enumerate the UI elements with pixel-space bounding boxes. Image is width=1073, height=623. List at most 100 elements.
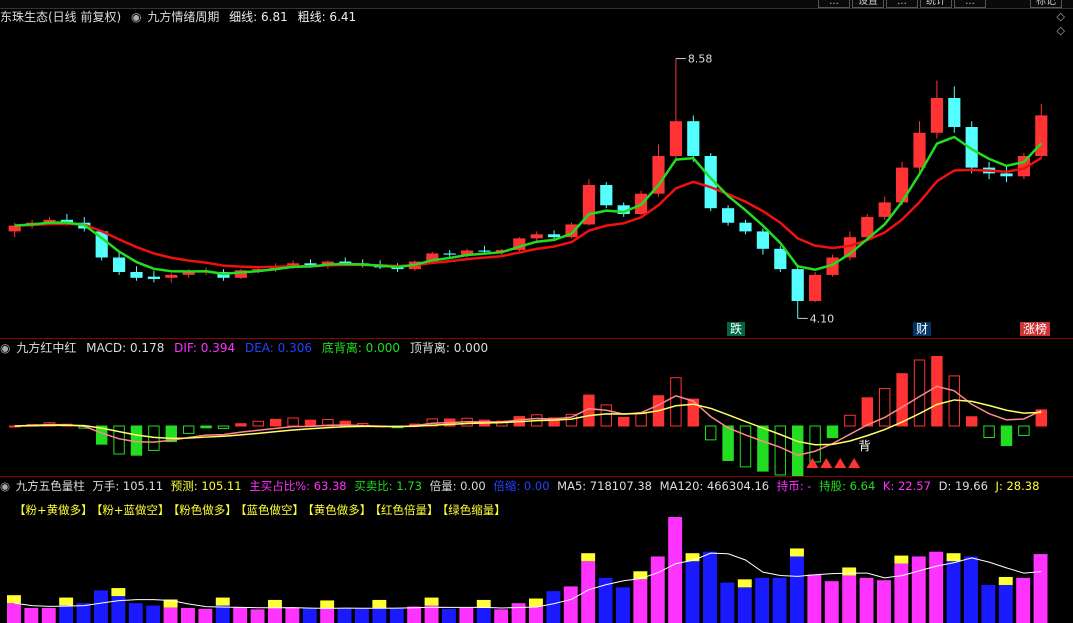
candle-body xyxy=(948,98,961,127)
candle-body xyxy=(809,274,822,301)
toolbar-button-3[interactable]: ... xyxy=(886,0,918,8)
volume-bar xyxy=(372,607,387,623)
macd-bar xyxy=(269,418,282,427)
toolbar-button-stats[interactable]: 统计 xyxy=(920,0,952,8)
toolbar-button-1[interactable]: ... xyxy=(818,0,850,8)
volume-bar-cap xyxy=(737,579,752,588)
dea-value: DEA: 0.306 xyxy=(244,341,312,355)
candle-body xyxy=(1000,173,1013,177)
volume-bar-cap xyxy=(842,567,857,576)
volume-bar xyxy=(1016,577,1031,623)
volume-bar xyxy=(268,607,282,623)
volume-bar-cap xyxy=(215,597,230,606)
candle-body xyxy=(113,257,126,272)
volume-bar-cap xyxy=(946,553,961,562)
volume-bar xyxy=(998,584,1013,623)
candle-body xyxy=(791,269,804,301)
volume-bar xyxy=(128,603,143,623)
candle-body xyxy=(756,231,769,249)
macd-bar xyxy=(600,404,613,427)
macd-bar xyxy=(878,388,891,427)
hold-stock-value: 持股: 6.64 xyxy=(819,479,876,493)
volume-bar xyxy=(685,561,700,623)
macd-bar xyxy=(217,425,230,429)
main-buy-value: 主买占比%: 63.38 xyxy=(249,479,347,493)
volume-bar xyxy=(94,590,108,623)
volume-bar xyxy=(320,608,335,623)
settings-diamond-icon[interactable]: ◇ xyxy=(1057,10,1065,23)
dea-line xyxy=(14,399,1042,446)
macd-bar xyxy=(1018,425,1030,436)
candle-body xyxy=(600,185,613,206)
macd-bar xyxy=(791,425,804,476)
volume-bar xyxy=(929,551,944,623)
macd-bar xyxy=(757,425,769,472)
volume-bar-cap xyxy=(320,600,335,609)
volume-bar xyxy=(650,556,665,623)
collapse-icon[interactable]: ◉ xyxy=(0,341,10,355)
wanshou-value: 万手: 105.11 xyxy=(92,479,164,493)
macd-bar xyxy=(861,397,874,427)
candle-body xyxy=(878,202,891,217)
macd-bar xyxy=(635,413,647,427)
macd-bar xyxy=(200,425,212,429)
macd-bar xyxy=(896,373,908,427)
signal-triangle xyxy=(848,458,861,468)
volume-bar xyxy=(946,561,961,623)
stock-title[interactable]: 东珠生态(日线 前复权) xyxy=(0,10,121,24)
volume-bar xyxy=(703,551,717,623)
volume-bar xyxy=(424,605,439,623)
k-value: K: 22.57 xyxy=(882,479,931,493)
macd-bar xyxy=(704,425,717,441)
volume-bar xyxy=(59,605,74,623)
collapse-icon[interactable]: ◉ xyxy=(0,479,10,493)
volume-indicator-name[interactable]: 九方五色量柱 xyxy=(16,479,85,493)
macd-bar xyxy=(1000,425,1013,447)
volume-bar xyxy=(7,603,21,623)
j-value: J: 28.38 xyxy=(995,479,1040,493)
volume-bar-cap xyxy=(790,548,804,557)
macd-bar xyxy=(287,417,299,427)
volume-chart xyxy=(7,517,1048,623)
ma5-value: MA5: 718107.38 xyxy=(557,479,652,493)
macd-bar xyxy=(983,425,995,439)
volume-bar xyxy=(563,586,578,623)
volume-bar xyxy=(877,580,891,623)
volume-bar-cap xyxy=(581,553,596,562)
toolbar-button-mark[interactable]: 标记 xyxy=(1030,0,1062,8)
volume-bar-cap xyxy=(111,588,126,597)
volume-bar xyxy=(772,577,787,623)
volume-bar xyxy=(842,575,857,623)
volume-bar xyxy=(737,587,752,623)
volume-bar xyxy=(407,606,422,623)
macd-bar xyxy=(235,423,247,427)
volume-bar xyxy=(581,561,596,623)
volume-bar xyxy=(981,584,996,623)
signal-triangle xyxy=(820,458,833,468)
candle-body xyxy=(652,156,665,194)
candle-body xyxy=(147,276,160,279)
volume-bar xyxy=(389,607,404,623)
tag-finance: 财 xyxy=(913,322,932,336)
macd-value: MACD: 0.178 xyxy=(86,341,165,355)
volume-bar xyxy=(1033,554,1048,623)
volume-bar-cap xyxy=(476,599,491,608)
macd-header: ◉ 九方红中红 MACD: 0.178 DIF: 0.394 DEA: 0.30… xyxy=(0,340,494,356)
volume-bar xyxy=(250,609,265,623)
macd-bar xyxy=(931,356,943,427)
volume-bar xyxy=(146,605,161,623)
toolbar-button-settings[interactable]: 设置 xyxy=(852,0,884,8)
coarse-line-value: 粗线: 6.41 xyxy=(297,10,357,24)
macd-indicator-name[interactable]: 九方红中红 xyxy=(16,341,76,355)
volume-bar xyxy=(494,609,509,623)
collapse-icon[interactable]: ◉ xyxy=(131,10,141,24)
candlestick-chart: 8.58 4.10 xyxy=(8,53,1048,325)
volume-bar-cap xyxy=(894,555,909,564)
indicator-name[interactable]: 九方情绪周期 xyxy=(147,10,219,24)
divider xyxy=(0,338,1073,339)
volume-bar xyxy=(24,607,39,623)
volume-bar xyxy=(476,607,491,623)
toolbar-button-5[interactable]: ... xyxy=(954,0,986,8)
volume-bar xyxy=(233,606,248,623)
volume-bar xyxy=(807,574,822,623)
